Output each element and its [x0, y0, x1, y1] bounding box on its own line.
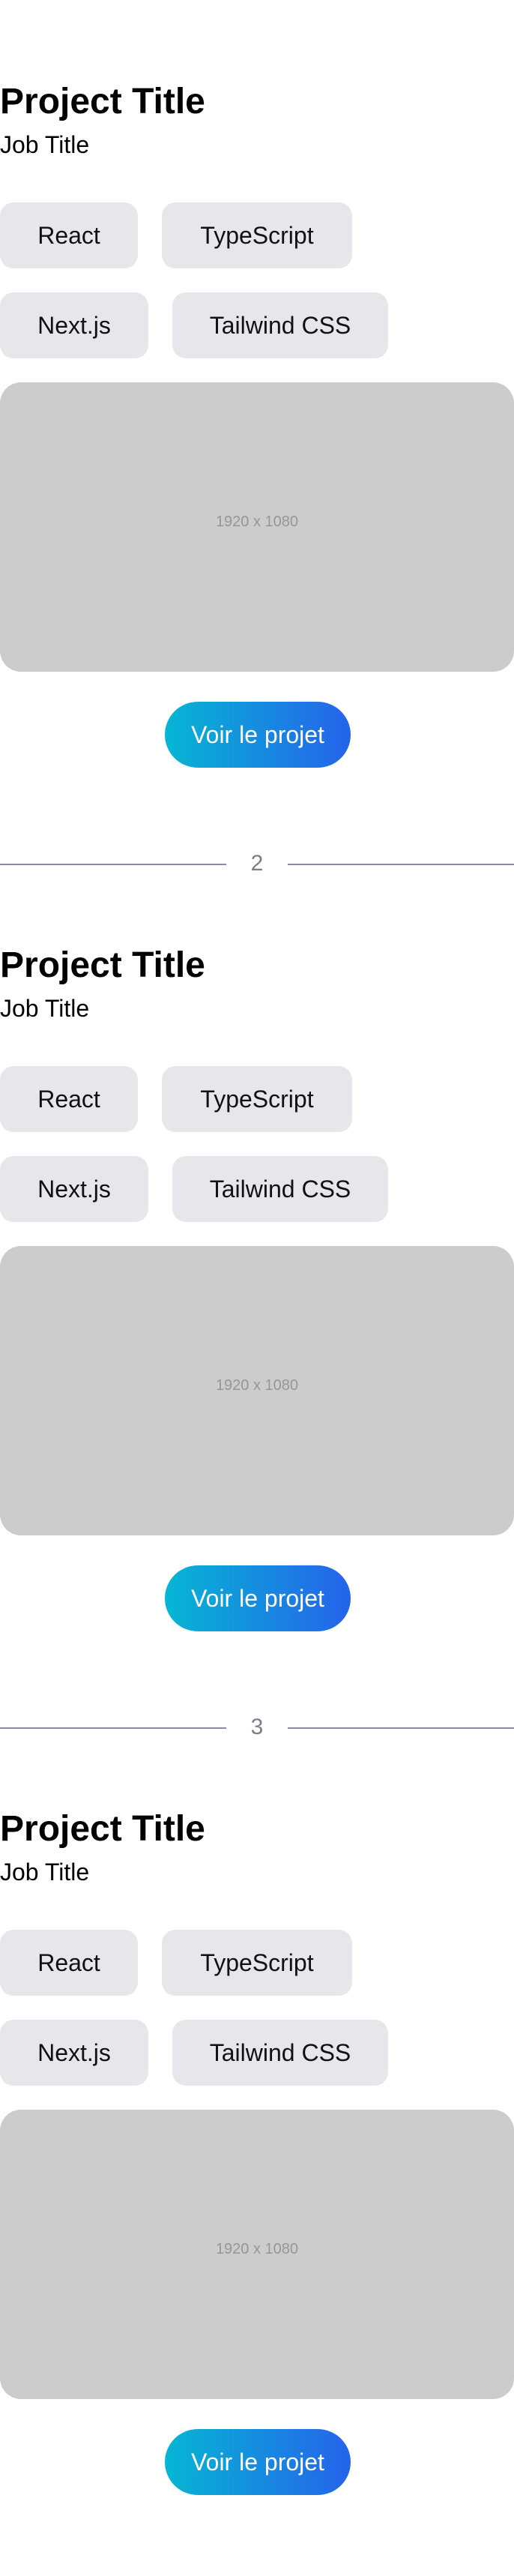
project-title: Project Title [0, 1809, 205, 1849]
project-image-placeholder: 1920 x 1080 [0, 382, 514, 672]
divider-line-right [288, 864, 514, 865]
section-number: 2 [250, 851, 264, 876]
tag-chip-nextjs: Next.js [0, 292, 148, 358]
section-divider: 2 [0, 849, 514, 879]
tag-chip-react: React [0, 1930, 138, 1996]
divider-line-left [0, 864, 226, 865]
project-image-placeholder: 1920 x 1080 [0, 2110, 514, 2399]
tag-chip-typescript: TypeScript [162, 202, 352, 268]
view-project-button[interactable]: Voir le projet [165, 1565, 351, 1631]
project-image-placeholder: 1920 x 1080 [0, 1246, 514, 1535]
tag-chip-typescript: TypeScript [162, 1930, 352, 1996]
project-section-1: 1 Project Title Job Title React TypeScri… [0, 0, 514, 849]
tag-chip-tailwind: Tailwind CSS [172, 1156, 388, 1222]
job-title: Job Title [0, 995, 90, 1022]
tag-chip-react: React [0, 1066, 138, 1132]
image-dimensions-label: 1920 x 1080 [215, 1377, 299, 1394]
project-title: Project Title [0, 82, 205, 121]
job-title: Job Title [0, 131, 90, 158]
divider-line-left [0, 1727, 226, 1729]
tag-chip-react: React [0, 202, 138, 268]
tag-chip-nextjs: Next.js [0, 1156, 148, 1222]
image-dimensions-label: 1920 x 1080 [215, 514, 299, 530]
image-dimensions-label: 1920 x 1080 [215, 2241, 299, 2257]
project-title: Project Title [0, 945, 205, 985]
job-title: Job Title [0, 1859, 90, 1886]
project-section-3: 3 Project Title Job Title React TypeScri… [0, 1712, 514, 2576]
tag-chip-tailwind: Tailwind CSS [172, 292, 388, 358]
project-section-2: 2 Project Title Job Title React TypeScri… [0, 849, 514, 1712]
tag-chip-typescript: TypeScript [162, 1066, 352, 1132]
tag-chip-tailwind: Tailwind CSS [172, 2020, 388, 2086]
view-project-button[interactable]: Voir le projet [165, 702, 351, 768]
section-divider: 3 [0, 1712, 514, 1742]
divider-line-right [288, 1727, 514, 1729]
tag-chip-nextjs: Next.js [0, 2020, 148, 2086]
section-number: 3 [250, 1715, 264, 1739]
view-project-button[interactable]: Voir le projet [165, 2429, 351, 2495]
